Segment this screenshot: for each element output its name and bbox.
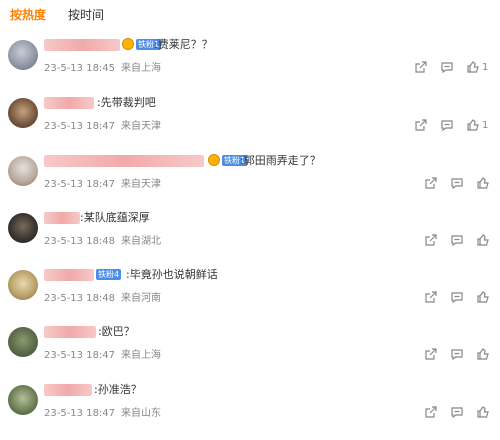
share-icon[interactable]: [414, 60, 428, 74]
comment-time: 23-5-13 18:47: [44, 350, 116, 361]
comment-actions: [424, 175, 490, 191]
comment-time: 23-5-13 18:47: [44, 121, 116, 132]
avatar[interactable]: [8, 213, 38, 243]
comment-meta: 23-5-13 18:47 来自上海: [44, 346, 161, 361]
comment-actions: 1: [414, 59, 488, 75]
username-blurred[interactable]: [44, 326, 96, 338]
reply-icon[interactable]: [450, 290, 464, 304]
avatar[interactable]: [8, 270, 38, 300]
like-count: 1: [482, 61, 489, 73]
comment-text: :某队底蕴深厚: [80, 211, 150, 224]
like-icon[interactable]: [466, 118, 480, 132]
avatar[interactable]: [8, 327, 38, 357]
reply-icon[interactable]: [440, 60, 454, 74]
share-icon[interactable]: [424, 233, 438, 247]
comment-text: :郭田雨弄走了？: [240, 154, 321, 167]
comment-actions: 1: [414, 117, 488, 133]
like-count: 1: [482, 119, 489, 131]
avatar[interactable]: [8, 98, 38, 128]
share-icon[interactable]: [414, 118, 428, 132]
comment-actions: [424, 404, 490, 420]
comment-location: 来自上海: [121, 63, 162, 74]
comment-item: 铁粉1 :费莱尼？？ 23-5-13 18:45 来自上海 1: [0, 35, 500, 87]
comment-time: 23-5-13 18:47: [44, 179, 116, 190]
comment-text: :孙准浩？: [94, 383, 142, 396]
username-blurred[interactable]: [44, 269, 94, 281]
comment-actions: [424, 232, 490, 248]
comment-meta: 23-5-13 18:47 来自天津: [44, 175, 161, 190]
comment-text: :毕竟孙也说朝鲜话: [126, 268, 218, 281]
comment-meta: 23-5-13 18:48 来自河南: [44, 289, 161, 304]
comment-location: 来自山东: [121, 408, 162, 419]
avatar[interactable]: [8, 385, 38, 415]
like-icon[interactable]: [466, 60, 480, 74]
share-icon[interactable]: [424, 405, 438, 419]
like-icon[interactable]: [476, 233, 490, 247]
comment-time: 23-5-13 18:48: [44, 293, 116, 304]
username-blurred[interactable]: [44, 39, 120, 51]
username-blurred[interactable]: [44, 212, 80, 224]
crown-icon: [208, 154, 220, 166]
share-icon[interactable]: [424, 290, 438, 304]
username-blurred[interactable]: [44, 97, 94, 109]
share-icon[interactable]: [424, 347, 438, 361]
avatar[interactable]: [8, 40, 38, 70]
comment-location: 来自天津: [121, 179, 162, 190]
reply-icon[interactable]: [440, 118, 454, 132]
share-icon[interactable]: [424, 176, 438, 190]
comment-time: 23-5-13 18:48: [44, 236, 116, 247]
like-icon[interactable]: [476, 176, 490, 190]
like-icon[interactable]: [476, 347, 490, 361]
comment-text: :费莱尼？？: [154, 38, 213, 51]
tab-hot[interactable]: 按热度: [10, 6, 46, 23]
comment-meta: 23-5-13 18:48 来自湖北: [44, 232, 161, 247]
comment-time: 23-5-13 18:45: [44, 63, 116, 74]
username-blurred[interactable]: [44, 155, 204, 167]
comment-item: :某队底蕴深厚 23-5-13 18:48 来自湖北: [0, 208, 500, 260]
comment-location: 来自河南: [121, 293, 162, 304]
comment-location: 来自天津: [121, 121, 162, 132]
comment-location: 来自上海: [121, 350, 162, 361]
reply-icon[interactable]: [450, 405, 464, 419]
comment-meta: 23-5-13 18:47 来自天津: [44, 117, 161, 132]
comment-actions: [424, 346, 490, 362]
comment-item: :先带裁判吧 23-5-13 18:47 来自天津 1: [0, 93, 500, 145]
comment-item: :孙准浩？ 23-5-13 18:47 来自山东: [0, 380, 500, 432]
comment-meta: 23-5-13 18:45 来自上海: [44, 59, 161, 74]
tab-time[interactable]: 按时间: [68, 6, 104, 23]
like-icon[interactable]: [476, 405, 490, 419]
comment-location: 来自湖北: [121, 236, 162, 247]
avatar[interactable]: [8, 156, 38, 186]
reply-icon[interactable]: [450, 176, 464, 190]
comment-item: :欧巴？ 23-5-13 18:47 来自上海: [0, 322, 500, 374]
reply-icon[interactable]: [450, 233, 464, 247]
comment-meta: 23-5-13 18:47 来自山东: [44, 404, 161, 419]
fan-badge: 铁粉4: [96, 268, 122, 280]
comment-item: 铁粉4 :毕竟孙也说朝鲜话 23-5-13 18:48 来自河南: [0, 265, 500, 317]
comment-item: 铁粉1 :郭田雨弄走了？ 23-5-13 18:47 来自天津: [0, 151, 500, 203]
reply-icon[interactable]: [450, 347, 464, 361]
comment-text: :欧巴？: [98, 325, 135, 338]
like-icon[interactable]: [476, 290, 490, 304]
username-blurred[interactable]: [44, 384, 92, 396]
comment-actions: [424, 289, 490, 305]
comment-time: 23-5-13 18:47: [44, 408, 116, 419]
comment-text: :先带裁判吧: [97, 96, 156, 109]
crown-icon: [122, 38, 134, 50]
